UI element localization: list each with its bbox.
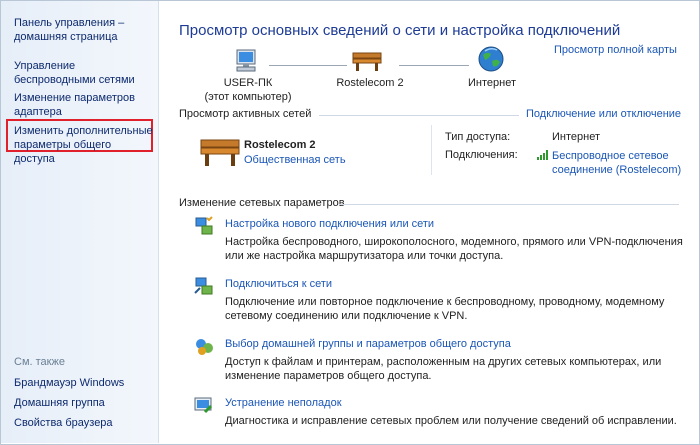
connect-disconnect-link[interactable]: Подключение или отключение [526, 108, 681, 120]
troubleshoot-icon [194, 397, 213, 414]
computer-sublabel: (этот компьютер) [204, 91, 292, 103]
see-also-firewall-link[interactable]: Брандмауэр Windows [14, 376, 124, 390]
task-new-connection-desc: Настройка беспроводного, широкополосного… [225, 236, 683, 262]
access-type-value: Интернет [552, 131, 600, 143]
change-settings-heading: Изменение сетевых параметров [179, 197, 345, 209]
section-divider [339, 204, 679, 205]
new-connection-icon [195, 216, 213, 235]
wifi-signal-icon [537, 150, 548, 160]
internet-label: Интернет [468, 77, 516, 89]
task-troubleshoot-link[interactable]: Устранение неполадок [225, 397, 342, 409]
computer-label: USER-ПК [223, 77, 273, 89]
sidebar: Панель управления – домашняя страница Уп… [1, 1, 159, 443]
see-also-browser-link[interactable]: Свойства браузера [14, 416, 113, 430]
sidebar-home-link[interactable]: Панель управления – домашняя страница [14, 16, 149, 44]
vertical-divider [431, 125, 432, 175]
map-connector-2 [399, 65, 469, 66]
sidebar-wireless-link[interactable]: Управление беспроводными сетями [14, 59, 154, 87]
homegroup-icon [196, 339, 213, 355]
main-panel: Просмотр основных сведений о сети и наст… [159, 1, 699, 443]
task-homegroup-desc: Доступ к файлам и принтерам, расположенн… [225, 356, 662, 382]
wireless-connection-link[interactable]: Беспроводное сетевое соединение (Rostele… [552, 149, 687, 177]
network-label: Rostelecom 2 [336, 77, 404, 89]
bench-icon [200, 139, 240, 166]
full-map-link[interactable]: Просмотр полной карты [554, 44, 677, 56]
map-connector-1 [269, 65, 347, 66]
computer-icon [236, 49, 256, 72]
task-connect-network-desc: Подключение или повторное подключение к … [225, 296, 665, 322]
connections-label: Подключения: [445, 149, 518, 161]
network-type-link[interactable]: Общественная сеть [244, 154, 346, 166]
task-connect-network-link[interactable]: Подключиться к сети [225, 278, 332, 290]
sidebar-adapter-link[interactable]: Изменение параметров адаптера [14, 91, 144, 119]
see-also-label: См. также [14, 356, 65, 368]
active-network-name: Rostelecom 2 [244, 139, 316, 151]
globe-icon [478, 46, 504, 72]
sidebar-advanced-sharing-link[interactable]: Изменить дополнительные параметры общего… [14, 124, 154, 166]
bench-icon [352, 52, 382, 71]
page-title: Просмотр основных сведений о сети и наст… [179, 22, 621, 39]
task-troubleshoot-desc: Диагностика и исправление сетевых пробле… [225, 415, 677, 427]
task-homegroup-link[interactable]: Выбор домашней группы и параметров общег… [225, 338, 511, 350]
active-networks-heading: Просмотр активных сетей [179, 108, 312, 120]
see-also-homegroup-link[interactable]: Домашняя группа [14, 396, 105, 410]
section-divider [319, 115, 519, 116]
task-new-connection-link[interactable]: Настройка нового подключения или сети [225, 218, 434, 230]
access-type-label: Тип доступа: [445, 131, 511, 143]
connect-network-icon [194, 277, 213, 295]
